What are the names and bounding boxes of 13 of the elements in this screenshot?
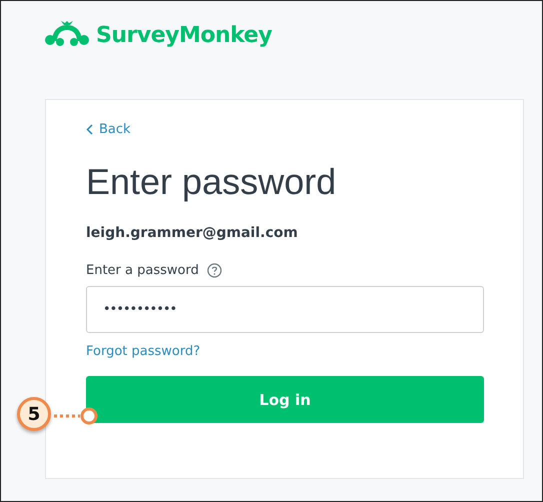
password-field[interactable]: ••••••••••• [86,286,484,333]
back-link[interactable]: Back [86,122,131,137]
leader-line [54,407,100,425]
page-title: Enter password [86,161,336,203]
email-text: leigh.grammer@gmail.com [86,225,298,241]
monkey-logo-icon [44,21,90,49]
field-label: Enter a password [86,263,199,278]
forgot-password-link[interactable]: Forgot password? [86,344,200,359]
step-number-badge: 5 [17,397,51,431]
chevron-left-icon [86,124,93,135]
login-button[interactable]: Log in [86,376,484,423]
help-icon[interactable] [206,263,222,278]
logo-text: SurveyMonkey [96,22,272,48]
